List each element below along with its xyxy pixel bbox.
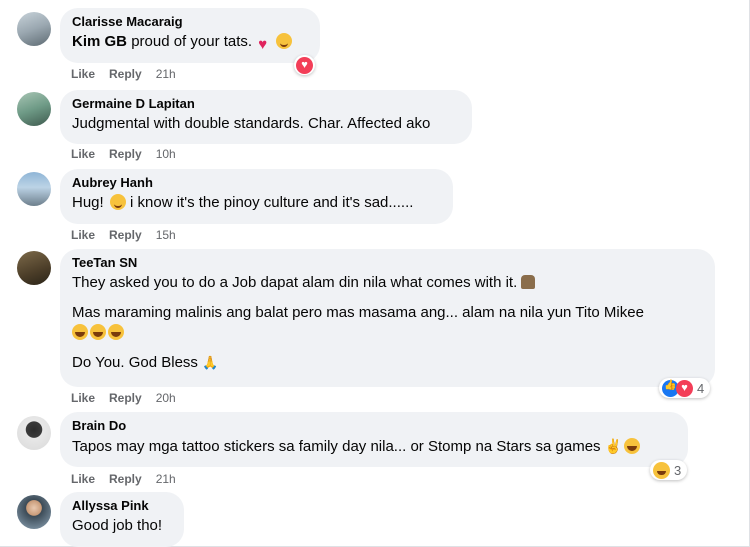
- comment-text: Tapos may mga tattoo stickers sa family …: [72, 436, 676, 457]
- comment-author[interactable]: TeeTan SN: [72, 255, 703, 271]
- comment-timestamp[interactable]: 20h: [156, 391, 176, 405]
- reaction-summary[interactable]: ♥4: [659, 378, 711, 398]
- comment-actions: Like Reply 21h: [71, 67, 190, 81]
- comment-body: Hug!: [72, 194, 104, 211]
- comment-actions: Like Reply 10h: [71, 147, 190, 161]
- love-reaction-icon: ♥: [676, 379, 693, 397]
- person-emoji-icon: [521, 275, 536, 289]
- like-button[interactable]: Like: [71, 147, 95, 161]
- comment-body: Good job tho!: [72, 517, 163, 534]
- like-button[interactable]: Like: [71, 391, 95, 405]
- comment-actions: Like Reply 20h: [71, 391, 190, 405]
- laughing-emoji-icon: [108, 324, 124, 340]
- avatar[interactable]: [17, 92, 51, 126]
- comments-panel: Clarisse Macaraig Kim GB proud of your t…: [0, 0, 750, 547]
- comment-actions: Like Reply 21h: [71, 472, 190, 486]
- comment-bubble: Aubrey Hanh Hug! i know it's the pinoy c…: [60, 169, 453, 224]
- like-button[interactable]: Like: [71, 472, 95, 486]
- comment-text: Kim GB proud of your tats. ♥: [72, 32, 308, 53]
- comment-text: Hug! i know it's the pinoy culture and i…: [72, 193, 441, 213]
- comment-body: Judgmental with double standards. Char. …: [72, 115, 431, 132]
- comment-actions: Like Reply 15h: [71, 228, 190, 242]
- reply-button[interactable]: Reply: [109, 67, 142, 81]
- reply-button[interactable]: Reply: [109, 472, 142, 486]
- laughing-emoji-icon: [90, 324, 106, 340]
- comment-author[interactable]: Brain Do: [72, 418, 676, 434]
- comment-author[interactable]: Allyssa Pink: [72, 498, 172, 514]
- reaction-summary[interactable]: ♥: [294, 55, 315, 75]
- reaction-summary[interactable]: 3: [650, 460, 688, 480]
- comment-timestamp[interactable]: 21h: [156, 472, 176, 486]
- comment-bubble: Clarisse Macaraig Kim GB proud of your t…: [60, 8, 320, 63]
- comment-bubble: Germaine D Lapitan Judgmental with doubl…: [60, 90, 472, 144]
- peace-sign-icon: ✌: [604, 438, 623, 454]
- comment-paragraph: Mas maraming malinis ang balat pero mas …: [72, 304, 644, 321]
- comment-body: proud of your tats.: [131, 33, 253, 50]
- comment-text: They asked you to do a Job dapat alam di…: [72, 273, 703, 373]
- reply-button[interactable]: Reply: [109, 147, 142, 161]
- comment-body: Tapos may mga tattoo stickers sa family …: [72, 438, 601, 455]
- haha-reaction-icon: [653, 461, 670, 479]
- mention-link[interactable]: Kim GB: [72, 33, 127, 50]
- comment-body: i know it's the pinoy culture and it's s…: [130, 194, 414, 211]
- like-button[interactable]: Like: [71, 67, 95, 81]
- comment-timestamp[interactable]: 15h: [156, 228, 176, 242]
- laughing-emoji-icon: [72, 324, 88, 340]
- avatar[interactable]: [17, 251, 51, 285]
- avatar[interactable]: [17, 416, 51, 450]
- comment-timestamp[interactable]: 10h: [156, 147, 176, 161]
- like-button[interactable]: Like: [71, 228, 95, 242]
- praying-hands-icon: 🙏: [202, 355, 219, 370]
- comment-timestamp[interactable]: 21h: [156, 67, 176, 81]
- comment-bubble: Allyssa Pink Good job tho!: [60, 492, 184, 547]
- love-reaction-icon: ♥: [296, 56, 313, 74]
- comment-bubble: TeeTan SN They asked you to do a Job dap…: [60, 249, 715, 387]
- kiss-emoji-icon: [276, 33, 293, 49]
- comment-author[interactable]: Clarisse Macaraig: [72, 14, 308, 30]
- heart-emoji-icon: ♥: [258, 36, 268, 53]
- comment-author[interactable]: Germaine D Lapitan: [72, 96, 460, 112]
- avatar[interactable]: [17, 495, 51, 529]
- smile-emoji-icon: [109, 194, 126, 210]
- reaction-count: 3: [674, 462, 682, 478]
- avatar[interactable]: [17, 12, 51, 46]
- reply-button[interactable]: Reply: [109, 391, 142, 405]
- comment-author[interactable]: Aubrey Hanh: [72, 175, 441, 191]
- comment-paragraph: They asked you to do a Job dapat alam di…: [72, 274, 518, 291]
- comment-paragraph: Do You. God Bless: [72, 354, 198, 371]
- comment-bubble: Brain Do Tapos may mga tattoo stickers s…: [60, 412, 688, 467]
- laughing-emoji-icon: [624, 438, 641, 454]
- avatar[interactable]: [17, 172, 51, 206]
- reaction-count: 4: [697, 380, 705, 396]
- reply-button[interactable]: Reply: [109, 228, 142, 242]
